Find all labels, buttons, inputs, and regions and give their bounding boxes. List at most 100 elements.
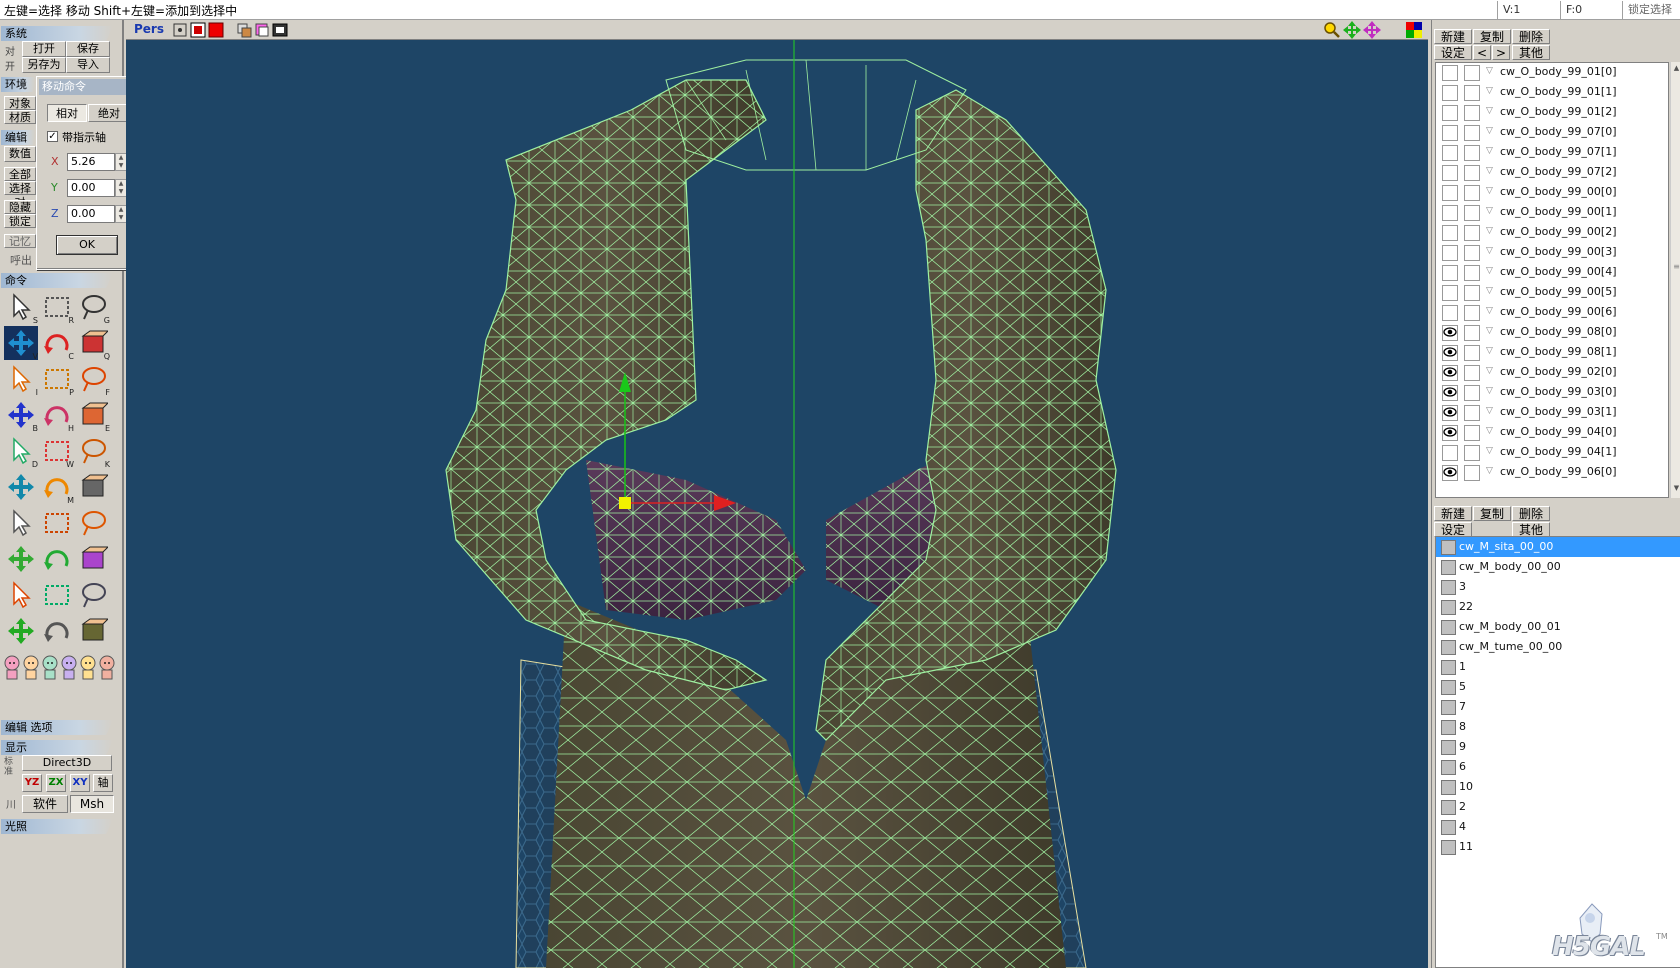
visibility-toggle[interactable] (1442, 65, 1458, 81)
visibility-toggle[interactable] (1442, 125, 1458, 141)
object-row[interactable]: ▽ cw_O_body_99_00[0] (1436, 183, 1668, 203)
object-panel-button[interactable]: 对象 (4, 96, 36, 110)
bevel-tool[interactable]: K (76, 434, 110, 469)
section-command[interactable]: 命令 (1, 273, 113, 288)
open-button[interactable]: 打开 (22, 41, 66, 57)
material-swatch[interactable] (1441, 760, 1456, 775)
character-avatar-icon[interactable] (3, 653, 21, 681)
object-row[interactable]: ▽ cw_O_body_99_02[0] (1436, 363, 1668, 383)
section-env[interactable]: 环境设 (1, 77, 35, 92)
material-swatch[interactable] (1441, 700, 1456, 715)
tree-tool[interactable] (40, 578, 74, 612)
lock-toggle[interactable] (1464, 345, 1480, 361)
memory-button[interactable]: 记忆 (4, 234, 36, 248)
object-row[interactable]: ▽ cw_O_body_99_00[1] (1436, 203, 1668, 223)
collapse-arrow-icon[interactable]: ▽ (1486, 466, 1493, 476)
material-swatch[interactable] (1441, 820, 1456, 835)
object-row[interactable]: ▽ cw_O_body_99_01[0] (1436, 63, 1668, 83)
texture-icon[interactable] (236, 22, 252, 38)
create-face-tool[interactable]: I (4, 362, 38, 397)
numeric-button[interactable]: 数值 (4, 146, 36, 162)
visibility-toggle[interactable] (1442, 85, 1458, 101)
rotate-view-icon[interactable] (1363, 21, 1381, 39)
material-new-button[interactable]: 新建 (1434, 506, 1472, 521)
pan-icon[interactable] (1343, 21, 1361, 39)
collapse-arrow-icon[interactable]: ▽ (1486, 226, 1493, 236)
collapse-arrow-icon[interactable]: ▽ (1486, 326, 1493, 336)
mirror-tool[interactable] (4, 470, 38, 504)
object-row[interactable]: ▽ cw_O_body_99_00[2] (1436, 223, 1668, 243)
grid-split-tool[interactable]: H (40, 398, 74, 433)
collapse-arrow-icon[interactable]: ▽ (1486, 366, 1493, 376)
section-light[interactable]: 光照 (1, 819, 113, 834)
object-list[interactable]: ▽ cw_O_body_99_01[0] ▽ cw_O_body_99_01[1] ▽ c… (1435, 62, 1669, 498)
fit-view-icon[interactable] (172, 22, 188, 38)
lock-toggle[interactable] (1464, 185, 1480, 201)
scale-tool[interactable]: Q (76, 326, 110, 361)
material-row[interactable]: 6 (1436, 757, 1680, 777)
material-row[interactable]: 3 (1436, 577, 1680, 597)
material-row[interactable]: 2 (1436, 797, 1680, 817)
object-other-button[interactable]: 其他 (1512, 45, 1550, 60)
collapse-arrow-icon[interactable]: ▽ (1486, 186, 1493, 196)
collapse-arrow-icon[interactable]: ▽ (1486, 86, 1493, 96)
eye-icon[interactable] (1443, 426, 1457, 438)
section-display[interactable]: 显示 (1, 740, 113, 755)
object-list-scrollbar[interactable]: ▲ ≡ ▼ (1670, 62, 1680, 498)
lock-toggle[interactable] (1464, 305, 1480, 321)
collapse-arrow-icon[interactable]: ▽ (1486, 126, 1493, 136)
material-row[interactable]: 8 (1436, 717, 1680, 737)
lasso-tool[interactable]: G (76, 290, 110, 325)
material-swatch[interactable] (1441, 800, 1456, 815)
visibility-toggle[interactable] (1442, 305, 1458, 321)
axis-indicator-checkbox[interactable]: ✓ (47, 131, 58, 142)
object-row[interactable]: ▽ cw_O_body_99_07[0] (1436, 123, 1668, 143)
save-button[interactable]: 保存 (66, 41, 110, 57)
x-input[interactable]: 5.26 (67, 153, 115, 171)
lock-toggle[interactable] (1464, 65, 1480, 81)
material-swatch[interactable] (1441, 840, 1456, 855)
rect-select-tool[interactable]: R (40, 290, 74, 325)
visibility-toggle[interactable] (1442, 265, 1458, 281)
section-edit[interactable]: 编辑 (1, 130, 35, 145)
lock-selection[interactable]: 锁定选择 (1622, 1, 1680, 19)
object-next-button[interactable]: > (1492, 45, 1510, 60)
layer-icon[interactable] (254, 22, 270, 38)
select-all-button[interactable]: 全部选 (4, 167, 36, 195)
object-settings-button[interactable]: 设定 (1434, 45, 1472, 60)
eye-icon[interactable] (1443, 346, 1457, 358)
character-presets[interactable] (3, 651, 123, 683)
view-zx-button[interactable]: ZX (46, 774, 66, 792)
lock-toggle[interactable] (1464, 225, 1480, 241)
collapse-arrow-icon[interactable]: ▽ (1486, 106, 1493, 116)
collapse-arrow-icon[interactable]: ▽ (1486, 266, 1493, 276)
eye-icon[interactable] (1443, 406, 1457, 418)
character-avatar-icon[interactable] (79, 653, 97, 681)
link-tool[interactable] (4, 614, 38, 648)
y-input[interactable]: 0.00 (67, 179, 115, 197)
object-row[interactable]: ▽ cw_O_body_99_00[6] (1436, 303, 1668, 323)
material-panel-button[interactable]: 材质 (4, 110, 36, 124)
visibility-toggle[interactable] (1442, 285, 1458, 301)
material-row[interactable]: 22 (1436, 597, 1680, 617)
3d-viewport[interactable]: Pers (126, 20, 1428, 968)
collapse-arrow-icon[interactable]: ▽ (1486, 246, 1493, 256)
material-swatch[interactable] (1441, 600, 1456, 615)
object-row[interactable]: ▽ cw_O_body_99_08[1] (1436, 343, 1668, 363)
object-row[interactable]: ▽ cw_O_body_99_07[1] (1436, 143, 1668, 163)
lock-toggle[interactable] (1464, 365, 1480, 381)
visibility-toggle[interactable] (1442, 245, 1458, 261)
screen-icon[interactable] (272, 22, 288, 38)
cylinder2-tool[interactable] (40, 542, 74, 576)
lock-toggle[interactable] (1464, 385, 1480, 401)
view-xy-button[interactable]: XY (70, 774, 90, 792)
box-tool[interactable]: P (40, 362, 74, 397)
material-swatch[interactable] (1441, 560, 1456, 575)
visibility-toggle[interactable] (1442, 145, 1458, 161)
collapse-arrow-icon[interactable]: ▽ (1486, 346, 1493, 356)
extrude-tool[interactable]: E (76, 398, 110, 433)
lock-toggle[interactable] (1464, 325, 1480, 341)
ok-button[interactable]: OK (56, 235, 118, 255)
object-row[interactable]: ▽ cw_O_body_99_00[4] (1436, 263, 1668, 283)
material-copy-button[interactable]: 复制 (1473, 506, 1511, 521)
